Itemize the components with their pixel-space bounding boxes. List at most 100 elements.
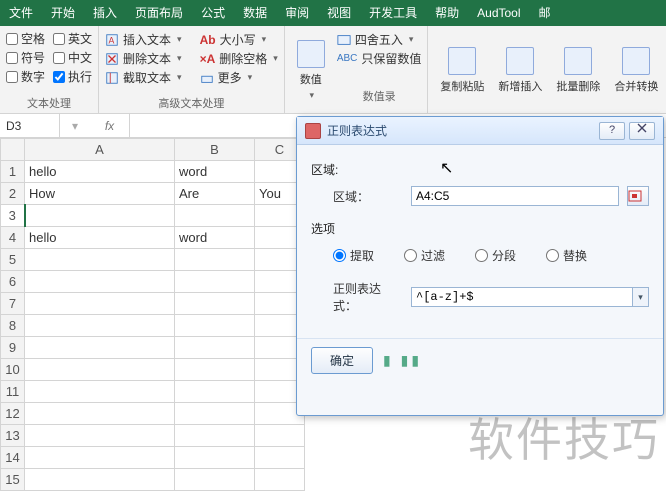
cell-B4[interactable]: word — [175, 227, 255, 249]
cut-text-button[interactable]: 截取文本▾ — [105, 68, 182, 87]
delete-text-button[interactable]: 删除文本▾ — [105, 49, 182, 68]
cell-B9[interactable] — [175, 337, 255, 359]
tab-8[interactable]: 开发工具 — [360, 0, 426, 26]
fx-icon[interactable]: fx — [90, 114, 130, 138]
radio-替换[interactable]: 替换 — [546, 247, 587, 264]
col-header-B[interactable]: B — [175, 139, 255, 161]
round-button[interactable]: 四舍五入▾ — [337, 30, 422, 49]
row-header-13[interactable]: 13 — [1, 425, 25, 447]
help-button[interactable]: ? — [599, 122, 625, 140]
cell-A7[interactable] — [25, 293, 175, 315]
cell-B1[interactable]: word — [175, 161, 255, 183]
tab-2[interactable]: 插入 — [84, 0, 126, 26]
checkbox-英文[interactable]: 英文 — [53, 30, 92, 47]
tab-1[interactable]: 开始 — [42, 0, 84, 26]
regex-input[interactable] — [411, 287, 633, 307]
checkbox-中文[interactable]: 中文 — [53, 49, 92, 66]
new-insert-button[interactable]: 新增插入 — [492, 30, 548, 111]
row-header-7[interactable]: 7 — [1, 293, 25, 315]
checkbox-执行[interactable]: 执行 — [53, 68, 92, 85]
delete-space-button[interactable]: ×A删除空格▾ — [200, 49, 278, 68]
tab-9[interactable]: 帮助 — [426, 0, 468, 26]
cell-A4[interactable]: hello — [25, 227, 175, 249]
radio-提取[interactable]: 提取 — [333, 247, 374, 264]
cell-A15[interactable] — [25, 469, 175, 491]
cell-B15[interactable] — [175, 469, 255, 491]
ribbon-tabs: 文件开始插入页面布局公式数据审阅视图开发工具帮助AudTool邮 — [0, 0, 666, 26]
tab-11[interactable]: 邮 — [530, 0, 560, 26]
cell-A14[interactable] — [25, 447, 175, 469]
insert-text-button[interactable]: A插入文本▾ — [105, 30, 182, 49]
cell-B11[interactable] — [175, 381, 255, 403]
cell-B7[interactable] — [175, 293, 255, 315]
row-header-9[interactable]: 9 — [1, 337, 25, 359]
row-header-11[interactable]: 11 — [1, 381, 25, 403]
checkbox-空格[interactable]: 空格 — [6, 30, 45, 47]
cell-B6[interactable] — [175, 271, 255, 293]
dialog-titlebar[interactable]: 正则表达式 ? — [297, 117, 663, 145]
cell-B5[interactable] — [175, 249, 255, 271]
close-button[interactable] — [629, 122, 655, 140]
cell-A3[interactable] — [25, 205, 175, 227]
cell-C14[interactable] — [255, 447, 305, 469]
cell-A10[interactable] — [25, 359, 175, 381]
tab-7[interactable]: 视图 — [318, 0, 360, 26]
cell-A9[interactable] — [25, 337, 175, 359]
tab-4[interactable]: 公式 — [192, 0, 234, 26]
case-button[interactable]: Ab 大小写▾ — [200, 30, 278, 49]
checkbox-数字[interactable]: 数字 — [6, 68, 45, 85]
row-header-15[interactable]: 15 — [1, 469, 25, 491]
cell-A5[interactable] — [25, 249, 175, 271]
cell-A12[interactable] — [25, 403, 175, 425]
checkbox-符号[interactable]: 符号 — [6, 49, 45, 66]
row-header-1[interactable]: 1 — [1, 161, 25, 183]
cell-B2[interactable]: Are — [175, 183, 255, 205]
group-text: 空格 英文 符号 中文 数字 执行 文本处理 — [0, 26, 99, 113]
tab-3[interactable]: 页面布局 — [126, 0, 192, 26]
row-header-4[interactable]: 4 — [1, 227, 25, 249]
copy-paste-button[interactable]: 复制粘贴 — [434, 30, 490, 111]
cell-A1[interactable]: hello — [25, 161, 175, 183]
cell-C15[interactable] — [255, 469, 305, 491]
keep-num-button[interactable]: ABC 只保留数值 — [337, 49, 422, 68]
row-header-8[interactable]: 8 — [1, 315, 25, 337]
tab-0[interactable]: 文件 — [0, 0, 42, 26]
region-input[interactable] — [411, 186, 619, 206]
select-all[interactable] — [1, 139, 25, 161]
cell-A8[interactable] — [25, 315, 175, 337]
cell-B8[interactable] — [175, 315, 255, 337]
row-header-5[interactable]: 5 — [1, 249, 25, 271]
row-header-10[interactable]: 10 — [1, 359, 25, 381]
cell-B10[interactable] — [175, 359, 255, 381]
cell-A11[interactable] — [25, 381, 175, 403]
batch-delete-button[interactable]: 批量删除 — [550, 30, 606, 111]
numeric-button[interactable]: 数值▾ — [291, 30, 331, 111]
cell-A13[interactable] — [25, 425, 175, 447]
cell-A2[interactable]: How — [25, 183, 175, 205]
tab-5[interactable]: 数据 — [234, 0, 276, 26]
row-header-6[interactable]: 6 — [1, 271, 25, 293]
row-header-14[interactable]: 14 — [1, 447, 25, 469]
range-picker-button[interactable] — [627, 186, 649, 206]
radio-分段[interactable]: 分段 — [475, 247, 516, 264]
cell-B13[interactable] — [175, 425, 255, 447]
cell-B14[interactable] — [175, 447, 255, 469]
cell-B3[interactable] — [175, 205, 255, 227]
merge-button[interactable]: 合并转换 — [608, 30, 664, 111]
name-box[interactable]: D3 — [0, 114, 60, 138]
numeric-icon — [297, 40, 325, 68]
row-header-2[interactable]: 2 — [1, 183, 25, 205]
cell-B12[interactable] — [175, 403, 255, 425]
tab-10[interactable]: AudTool — [468, 0, 529, 26]
ok-button[interactable]: 确定 — [311, 347, 373, 374]
insert-icon — [506, 47, 534, 75]
tab-6[interactable]: 审阅 — [276, 0, 318, 26]
row-header-12[interactable]: 12 — [1, 403, 25, 425]
cell-C13[interactable] — [255, 425, 305, 447]
radio-过滤[interactable]: 过滤 — [404, 247, 445, 264]
col-header-A[interactable]: A — [25, 139, 175, 161]
regex-dropdown[interactable]: ▾ — [633, 287, 649, 307]
row-header-3[interactable]: 3 — [1, 205, 25, 227]
cell-A6[interactable] — [25, 271, 175, 293]
more-button[interactable]: 更多▾ — [200, 68, 278, 87]
